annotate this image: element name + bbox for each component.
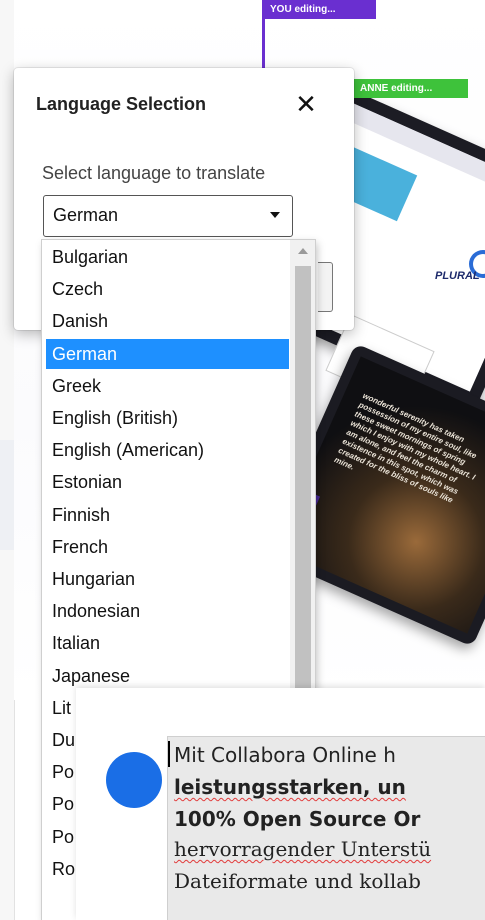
document-excerpt: Mit Collabora Online h leistungsstarken,… bbox=[167, 736, 485, 920]
language-option[interactable]: Estonian bbox=[46, 467, 289, 497]
page-left-edge bbox=[0, 0, 15, 920]
doc-line-3: 100% Open Source Or bbox=[174, 807, 421, 831]
scroll-up-arrow-icon[interactable] bbox=[298, 248, 308, 254]
chevron-down-icon bbox=[270, 212, 280, 218]
language-option[interactable]: German bbox=[46, 338, 289, 369]
language-option[interactable]: Danish bbox=[46, 306, 289, 336]
plural-logo-text: PLURAL bbox=[435, 270, 480, 282]
language-option[interactable]: Greek bbox=[46, 371, 289, 401]
left-edge-panel bbox=[0, 440, 14, 550]
language-option[interactable]: Italian bbox=[46, 628, 289, 658]
language-select[interactable]: German bbox=[43, 195, 293, 237]
doc-line-2: leistungsstarken, un bbox=[174, 775, 406, 799]
language-option[interactable]: Japanese bbox=[46, 661, 289, 691]
dialog-button-partial[interactable] bbox=[318, 262, 333, 312]
language-option[interactable]: Finnish bbox=[46, 500, 289, 530]
blue-circle-decoration bbox=[106, 752, 162, 808]
doc-line-5: Dateiformate und kollab bbox=[174, 869, 421, 893]
language-option[interactable]: Hungarian bbox=[46, 564, 289, 594]
anne-editing-tag: ANNE editing... bbox=[352, 79, 468, 98]
language-option[interactable]: Indonesian bbox=[46, 596, 289, 626]
you-editing-tag: YOU editing... bbox=[262, 0, 376, 19]
language-option[interactable]: English (American) bbox=[46, 435, 289, 465]
document-video-tile: Mit Collabora Online h leistungsstarken,… bbox=[76, 688, 485, 920]
text-cursor bbox=[168, 741, 170, 767]
language-option[interactable]: English (British) bbox=[46, 403, 289, 433]
doc-line-4: hervorragender Unterstü bbox=[174, 837, 432, 861]
language-option[interactable]: French bbox=[46, 532, 289, 562]
language-option[interactable]: Czech bbox=[46, 274, 289, 304]
language-select-value: German bbox=[53, 205, 119, 225]
dialog-title: Language Selection bbox=[36, 94, 207, 114]
translate-label: Select language to translate bbox=[42, 163, 266, 183]
doc-line-1: Mit Collabora Online h bbox=[174, 743, 396, 767]
language-option[interactable]: Bulgarian bbox=[46, 242, 289, 272]
photo-caption: wonderful serenity has taken possession … bbox=[332, 391, 478, 505]
close-icon[interactable]: ✕ bbox=[290, 88, 322, 120]
